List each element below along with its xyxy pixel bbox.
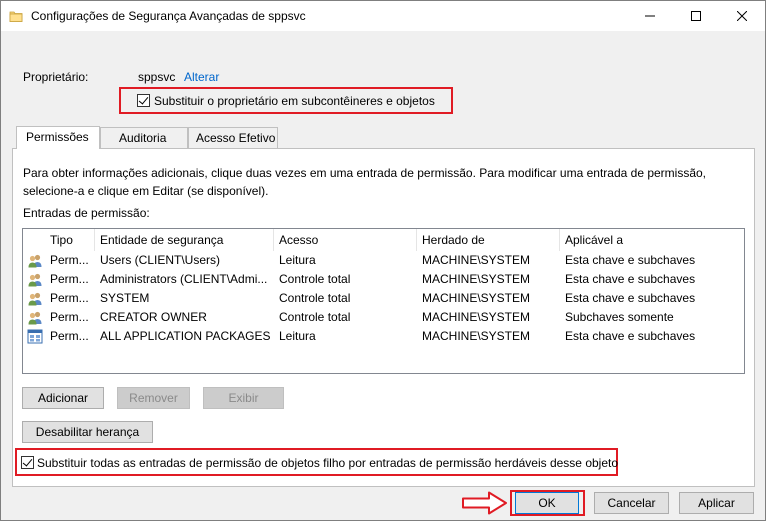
owner-value: sppsvc [138, 70, 176, 84]
window-title: Configurações de Segurança Avançadas de … [31, 9, 306, 23]
cell-access: Leitura [279, 329, 316, 343]
tab-effective-access[interactable]: Acesso Efetivo [188, 127, 278, 148]
column-header-access[interactable]: Acesso [274, 229, 417, 251]
cell-applies: Subchaves somente [565, 310, 674, 324]
tab-auditing-label: Auditoria [119, 131, 167, 145]
tab-auditing[interactable]: Auditoria [100, 127, 188, 148]
users-group-icon [28, 311, 42, 325]
cell-type: Perm... [50, 310, 89, 324]
table-row[interactable]: Perm... ALL APPLICATION PACKAGES Leitura… [23, 327, 744, 346]
disable-inheritance-button[interactable]: Desabilitar herança [22, 421, 153, 443]
apply-button[interactable]: Aplicar [679, 492, 754, 514]
table-row[interactable]: Perm... SYSTEM Controle total MACHINE\SY… [23, 289, 744, 308]
users-group-icon [28, 254, 42, 268]
cell-inherited: MACHINE\SYSTEM [422, 272, 531, 286]
minimize-icon [645, 15, 655, 17]
close-icon [737, 11, 747, 21]
column-header-principal[interactable]: Entidade de segurança [95, 229, 274, 251]
ok-button[interactable]: OK [515, 492, 579, 514]
maximize-button[interactable] [673, 1, 719, 31]
cell-principal: Users (CLIENT\Users) [100, 253, 221, 267]
table-row[interactable]: Perm... Users (CLIENT\Users) Leitura MAC… [23, 251, 744, 270]
column-header-type[interactable]: Tipo [45, 229, 95, 251]
cell-inherited: MACHINE\SYSTEM [422, 291, 531, 305]
owner-label: Proprietário: [23, 70, 89, 84]
table-row[interactable]: Perm... Administrators (CLIENT\Admi... C… [23, 270, 744, 289]
cell-applies: Esta chave e subchaves [565, 329, 696, 343]
permissions-panel: Para obter informações adicionais, cliqu… [12, 148, 755, 487]
cell-principal: SYSTEM [100, 291, 150, 305]
permission-entries-list[interactable]: Tipo Entidade de segurança Acesso Herdad… [22, 228, 745, 374]
cell-access: Controle total [279, 310, 351, 324]
tab-permissions-label: Permissões [26, 130, 89, 144]
tab-permissions[interactable]: Permissões [16, 126, 100, 149]
minimize-button[interactable] [627, 1, 673, 31]
close-button[interactable] [719, 1, 765, 31]
cell-access: Leitura [279, 253, 316, 267]
title-bar[interactable]: Configurações de Segurança Avançadas de … [1, 1, 765, 31]
info-text: Para obter informações adicionais, cliqu… [23, 166, 707, 198]
cell-type: Perm... [50, 291, 89, 305]
cell-type: Perm... [50, 253, 89, 267]
column-header-inherited[interactable]: Herdado de [417, 229, 560, 251]
replace-child-entries-label: Substituir todas as entradas de permissã… [37, 456, 619, 470]
replace-owner-checkbox[interactable] [137, 94, 150, 107]
app-packages-icon [27, 329, 43, 344]
users-group-icon [28, 292, 42, 306]
cell-principal: ALL APPLICATION PACKAGES [100, 329, 271, 343]
cell-applies: Esta chave e subchaves [565, 291, 696, 305]
cell-applies: Esta chave e subchaves [565, 272, 696, 286]
add-button[interactable]: Adicionar [22, 387, 104, 409]
tab-effective-access-label: Acesso Efetivo [196, 131, 276, 145]
table-row[interactable]: Perm... CREATOR OWNER Controle total MAC… [23, 308, 744, 327]
advanced-security-dialog: Configurações de Segurança Avançadas de … [0, 0, 766, 521]
cell-inherited: MACHINE\SYSTEM [422, 253, 531, 267]
cancel-button[interactable]: Cancelar [594, 492, 669, 514]
users-group-icon [28, 273, 42, 287]
replace-child-entries-checkbox[interactable] [21, 456, 34, 469]
remove-button[interactable]: Remover [117, 387, 190, 409]
maximize-icon [691, 11, 701, 21]
change-owner-link[interactable]: Alterar [184, 70, 219, 84]
view-button[interactable]: Exibir [203, 387, 284, 409]
cell-principal: Administrators (CLIENT\Admi... [100, 272, 268, 286]
cell-type: Perm... [50, 272, 89, 286]
folder-icon [9, 11, 23, 22]
cell-inherited: MACHINE\SYSTEM [422, 310, 531, 324]
entries-label: Entradas de permissão: [23, 206, 150, 220]
cell-access: Controle total [279, 272, 351, 286]
cell-access: Controle total [279, 291, 351, 305]
cell-applies: Esta chave e subchaves [565, 253, 696, 267]
cell-principal: CREATOR OWNER [100, 310, 207, 324]
arrow-right-icon [462, 491, 507, 515]
cell-inherited: MACHINE\SYSTEM [422, 329, 531, 343]
column-header-applies[interactable]: Aplicável a [560, 229, 744, 251]
cell-type: Perm... [50, 329, 89, 343]
replace-owner-label: Substituir o proprietário em subcontêine… [154, 94, 435, 108]
